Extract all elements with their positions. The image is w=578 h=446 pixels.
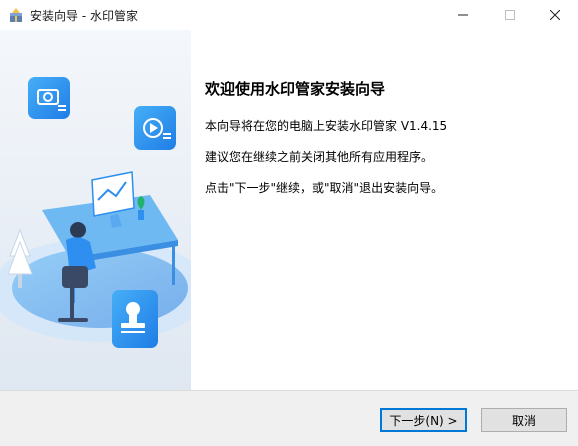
button-bar: 下一步(N) > 取消 [0,390,578,446]
next-button[interactable]: 下一步(N) > [380,408,467,432]
cancel-button[interactable]: 取消 [481,408,567,432]
maximize-icon [505,10,515,20]
close-apps-advice: 建议您在继续之前关闭其他所有应用程序。 [205,150,434,164]
close-icon [550,10,560,20]
window-title: 安装向导 - 水印管家 [30,9,138,23]
minimize-icon [458,14,468,16]
maximize-button[interactable] [487,0,533,30]
install-description: 本向导将在您的电脑上安装水印管家 V1.4.15 [205,119,448,133]
video-play-icon [134,106,176,150]
wizard-side-illustration [0,30,191,390]
close-button[interactable] [532,0,578,30]
stamp-icon [112,290,158,348]
wizard-content: 欢迎使用水印管家安装向导 本向导将在您的电脑上安装水印管家 V1.4.15 建议… [0,30,578,390]
navigation-instructions: 点击"下一步"继续，或"取消"退出安装向导。 [205,181,444,195]
welcome-heading: 欢迎使用水印管家安装向导 [205,80,386,98]
camera-icon [28,77,70,119]
minimize-button[interactable] [440,0,486,30]
installer-box-icon [10,8,22,22]
title-bar: 安装向导 - 水印管家 [0,0,578,30]
